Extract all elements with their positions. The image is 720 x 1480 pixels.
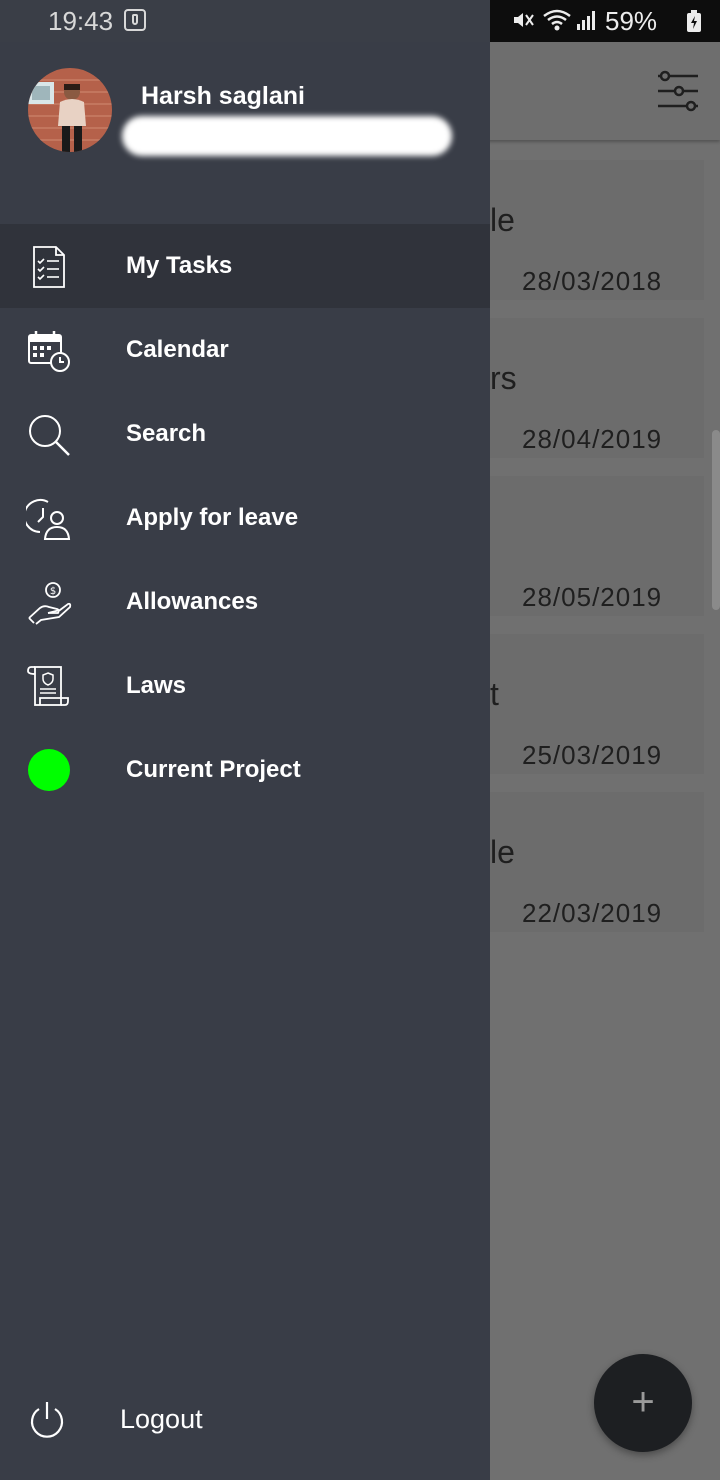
- status-dot-icon: [28, 749, 70, 791]
- signal-icon: [577, 11, 595, 30]
- laws-icon: [27, 666, 69, 706]
- status-time: 19:43: [48, 6, 114, 36]
- menu-label: Allowances: [126, 588, 259, 615]
- user-email-redacted: [122, 116, 452, 156]
- task-date: 25/03/2019: [522, 740, 663, 770]
- task-title-fragment: t: [490, 676, 499, 712]
- menu-label: My Tasks: [126, 252, 233, 279]
- menu-label: Search: [126, 420, 207, 447]
- power-icon: [30, 1402, 64, 1438]
- menu-item-calendar[interactable]: Calendar: [0, 308, 490, 392]
- status-bar: 19:43 59%: [0, 0, 720, 42]
- menu-label: Laws: [126, 672, 187, 699]
- avatar-photo: [28, 68, 112, 152]
- calendar-icon: [28, 331, 70, 372]
- task-date: 28/03/2018: [522, 266, 663, 296]
- battery-icon: [687, 10, 701, 32]
- menu-item-apply-for-leave[interactable]: Apply for leave: [0, 476, 490, 560]
- menu-label: Current Project: [126, 756, 301, 783]
- notification-icon: [124, 9, 146, 31]
- status-right-section: 59%: [490, 0, 720, 42]
- allowance-icon: $: [28, 582, 72, 625]
- add-task-button[interactable]: +: [594, 1354, 692, 1452]
- svg-text:$: $: [50, 586, 56, 597]
- menu-item-allowances[interactable]: $ Allowances: [0, 560, 490, 644]
- task-title-fragment: rs: [490, 360, 517, 396]
- task-date: 22/03/2019: [522, 898, 663, 928]
- navigation-drawer: Harsh saglani My Tasks Calendar Search A…: [0, 42, 490, 1480]
- search-icon: [29, 415, 70, 456]
- mute-icon: [514, 13, 534, 27]
- filter-icon[interactable]: [656, 70, 700, 112]
- task-title-fragment: le: [490, 834, 515, 870]
- menu-item-search[interactable]: Search: [0, 392, 490, 476]
- user-name: Harsh saglani: [141, 82, 305, 110]
- logout-button[interactable]: Logout: [0, 1378, 490, 1462]
- menu-item-current-project[interactable]: Current Project: [0, 728, 490, 812]
- drawer-menu: My Tasks Calendar Search Apply for leave…: [0, 224, 490, 812]
- menu-item-laws[interactable]: Laws: [0, 644, 490, 728]
- logout-label: Logout: [120, 1404, 203, 1434]
- scrollbar[interactable]: [712, 430, 720, 610]
- task-date: 28/04/2019: [522, 424, 663, 454]
- task-title-fragment: le: [490, 202, 515, 238]
- avatar[interactable]: [28, 68, 112, 152]
- menu-item-my-tasks[interactable]: My Tasks: [0, 224, 490, 308]
- task-date: 28/05/2019: [522, 582, 663, 612]
- wifi-icon: [543, 9, 571, 31]
- battery-percent: 59%: [605, 6, 658, 36]
- leave-icon: [26, 499, 71, 540]
- menu-label: Calendar: [126, 336, 229, 363]
- menu-label: Apply for leave: [126, 504, 299, 531]
- tasks-icon: [33, 246, 65, 288]
